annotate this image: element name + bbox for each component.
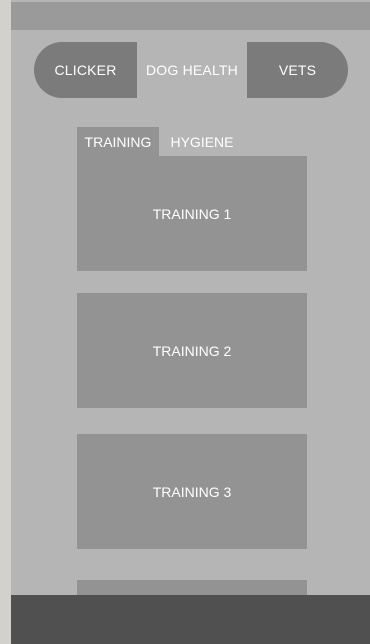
tab-hygiene[interactable]: HYGIENE: [159, 127, 245, 156]
nav-dog-health-button[interactable]: DOG HEALTH: [137, 42, 247, 98]
training-card-4[interactable]: [77, 580, 307, 596]
card-label: TRAINING 2: [152, 342, 232, 359]
card-label: TRAINING 3: [152, 483, 232, 500]
nav-clicker-button[interactable]: CLICKER: [34, 42, 137, 98]
status-bar: [11, 2, 370, 30]
tab-training[interactable]: TRAINING: [77, 127, 159, 156]
training-card-3[interactable]: TRAINING 3: [77, 434, 307, 549]
tab-bar: TRAINING HYGIENE: [77, 127, 245, 156]
top-navigation: CLICKER DOG HEALTH VETS: [34, 42, 348, 98]
bottom-bar: [11, 595, 370, 644]
training-card-2[interactable]: TRAINING 2: [77, 293, 307, 408]
nav-vets-button[interactable]: VETS: [247, 42, 348, 98]
app-screen: CLICKER DOG HEALTH VETS TRAINING HYGIENE…: [11, 0, 370, 644]
card-label: TRAINING 1: [152, 205, 232, 222]
training-card-1[interactable]: TRAINING 1: [77, 156, 307, 271]
